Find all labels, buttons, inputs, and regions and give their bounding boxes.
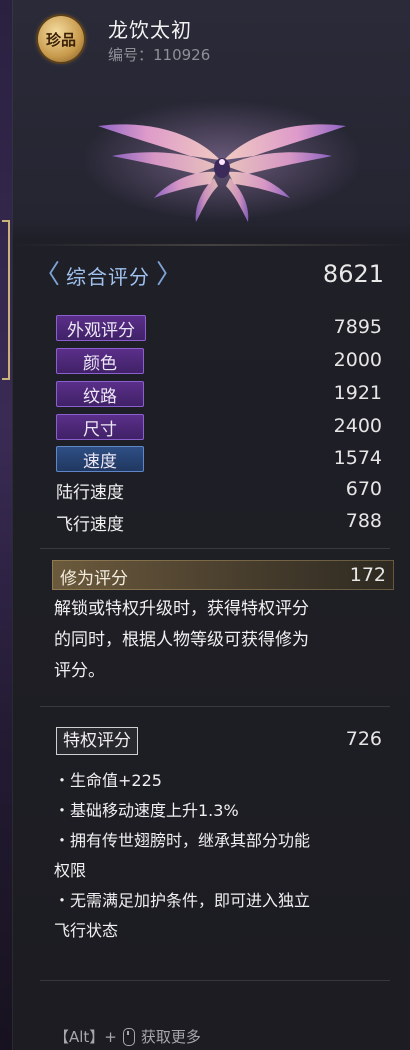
score-row-flight-speed: 飞行速度 788 [12, 507, 410, 537]
privilege-bullet-move-speed: ・基础移动速度上升1.3% [54, 801, 239, 820]
overall-score-label: 综合评分 [66, 264, 151, 289]
cultivation-score-bar: 修为评分 172 [52, 560, 394, 590]
right-bracket-icon: 〉 [156, 260, 183, 290]
rarity-badge: 珍品 [38, 16, 84, 62]
land-speed-label: 陆行速度 [56, 483, 124, 503]
item-name: 龙饮太初 [108, 18, 192, 42]
overall-score-header: 〈 综合评分 〉 [34, 258, 194, 292]
speed-score-value: 1574 [333, 447, 382, 469]
privilege-bullet-inherit-cont: 权限 [54, 861, 87, 880]
privilege-bullet-flight: ・无需满足加护条件，即可进入独立 [54, 891, 311, 910]
privilege-score-tag: 特权评分 [56, 727, 138, 755]
mouse-icon [122, 1027, 135, 1046]
section-divider [40, 980, 390, 981]
score-row-appearance: 外观评分 7895 [12, 313, 410, 343]
section-divider [40, 548, 390, 549]
item-code: 编号：110926 [108, 46, 211, 64]
cultivation-description-line: 的同时，根据人物等级可获得修为 [54, 630, 309, 650]
wing-preview-image [72, 90, 372, 240]
left-bracket-icon: 〈 [34, 260, 61, 290]
appearance-score-tag: 外观评分 [56, 315, 146, 341]
appearance-score-value: 7895 [333, 316, 382, 338]
background-slot-frame [2, 220, 10, 380]
score-row-color: 颜色 2000 [12, 346, 410, 376]
score-row-speed: 速度 1574 [12, 444, 410, 474]
header-divider [12, 244, 410, 246]
cultivation-description: 解锁或特权升级时，获得特权评分 的同时，根据人物等级可获得修为 评分。 [54, 594, 394, 687]
color-score-tag: 颜色 [56, 348, 144, 374]
cultivation-description-line: 评分。 [54, 661, 105, 681]
size-score-value: 2400 [333, 415, 382, 437]
pattern-score-value: 1921 [333, 382, 382, 404]
privilege-bullet-flight-cont: 飞行状态 [54, 921, 119, 940]
flight-speed-value: 788 [345, 510, 382, 532]
section-divider [40, 706, 390, 707]
get-more-hint[interactable]: 【Alt】+ 获取更多 [54, 1026, 201, 1047]
score-row-land-speed: 陆行速度 670 [12, 475, 410, 505]
overall-score-value: 8621 [322, 260, 384, 288]
alt-key-hint: 【Alt】+ [54, 1028, 117, 1046]
speed-score-tag: 速度 [56, 446, 144, 472]
privilege-bullet-hp: ・生命值+225 [54, 771, 162, 790]
size-score-tag: 尺寸 [56, 414, 144, 440]
land-speed-value: 670 [345, 478, 382, 500]
pattern-score-tag: 纹路 [56, 381, 144, 407]
cultivation-score-value: 172 [349, 564, 386, 586]
privilege-bullet-inherit: ・拥有传世翅膀时，继承其部分功能 [54, 831, 311, 850]
rarity-badge-label: 珍品 [45, 30, 76, 49]
item-tooltip-panel: 珍品 龙饮太初 编号：110926 〈 综合评分 〉 8621 外观评分 789… [12, 0, 410, 1050]
privilege-score-value: 726 [345, 728, 382, 750]
color-score-value: 2000 [333, 349, 382, 371]
score-row-pattern: 纹路 1921 [12, 379, 410, 409]
flight-speed-label: 飞行速度 [56, 515, 124, 535]
background-window-edge [0, 0, 12, 1050]
score-row-size: 尺寸 2400 [12, 412, 410, 442]
cultivation-score-label: 修为评分 [60, 569, 128, 589]
cultivation-description-line: 解锁或特权升级时，获得特权评分 [54, 599, 309, 619]
get-more-label: 获取更多 [140, 1028, 201, 1046]
